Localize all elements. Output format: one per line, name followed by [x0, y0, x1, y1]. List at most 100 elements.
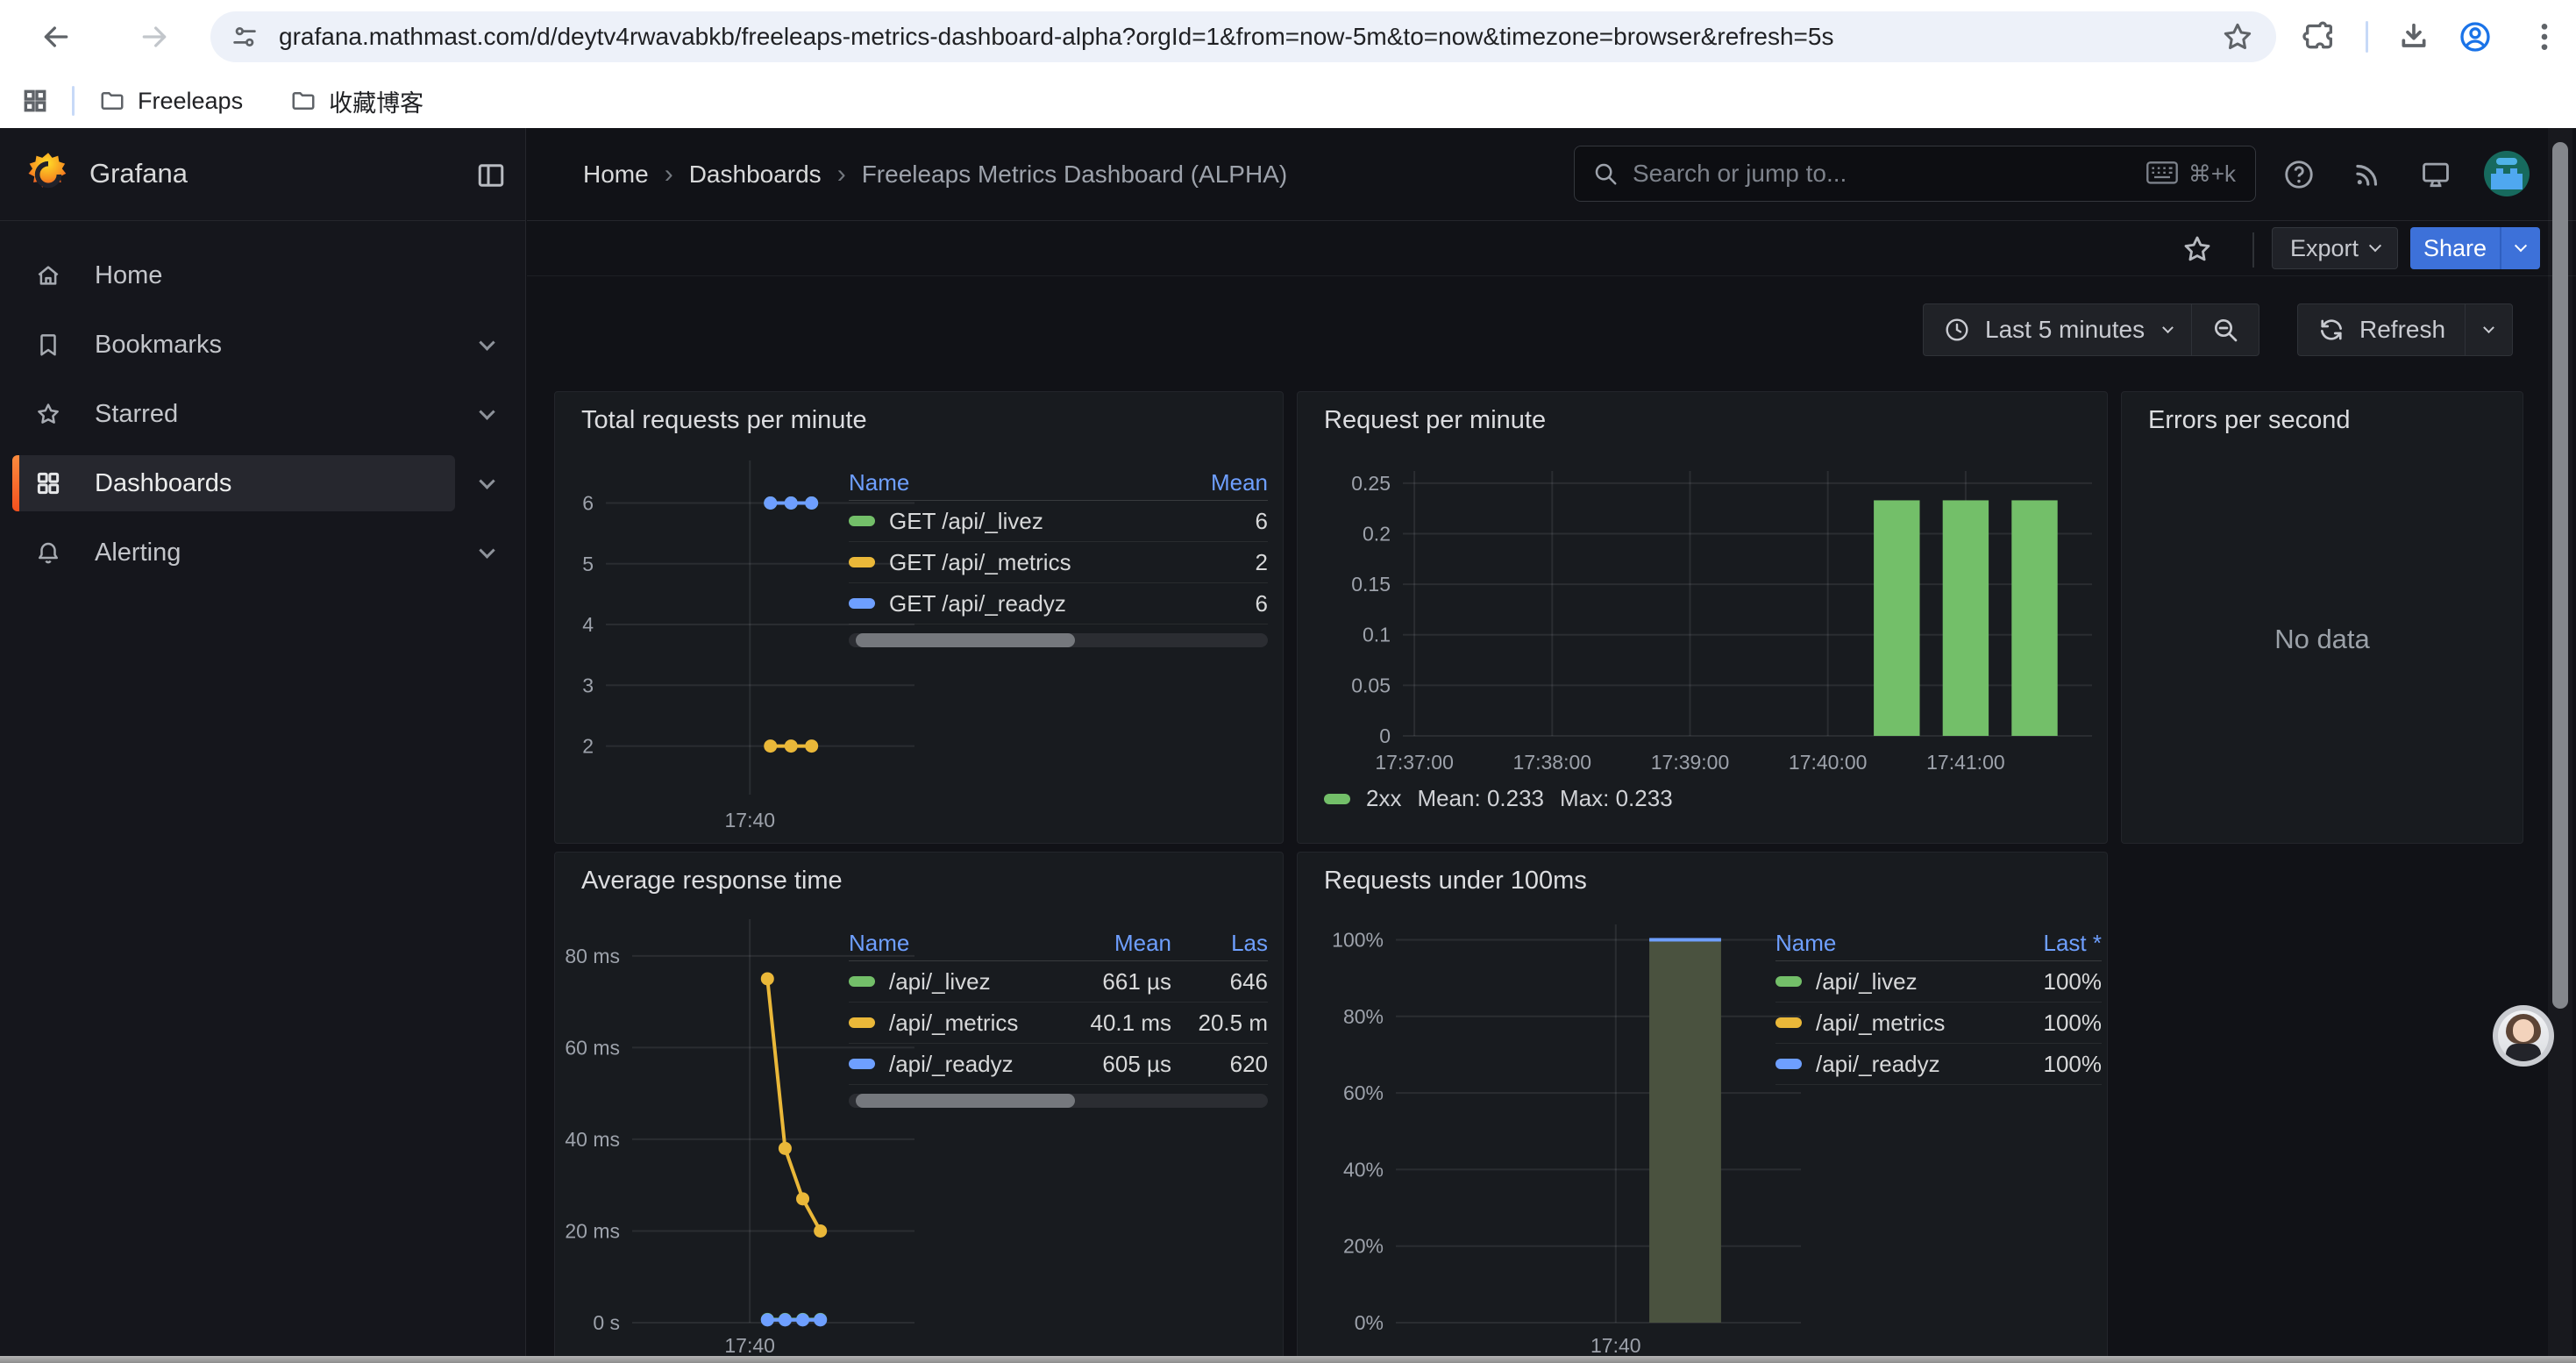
legend-row[interactable]: /api/_livez100%	[1775, 961, 2102, 1003]
series-name[interactable]: /api/_livez	[1816, 968, 1918, 995]
grafana-app: Grafana HomeBookmarksStarredDashboardsAl…	[0, 128, 2576, 1363]
share-button[interactable]: Share	[2410, 227, 2500, 269]
url-input[interactable]	[279, 23, 2220, 51]
apps-grid-icon[interactable]	[21, 87, 49, 115]
monitor-icon[interactable]	[2419, 158, 2452, 191]
chart-plot[interactable]: 00.050.10.150.20.2517:37:0017:38:0017:39…	[1305, 448, 2102, 803]
search-box[interactable]: ⌘+k	[1574, 146, 2256, 202]
refresh-button[interactable]: Refresh	[2298, 304, 2465, 355]
chevron-down-icon[interactable]	[479, 473, 495, 489]
panel-title[interactable]: Average response time	[581, 867, 843, 896]
sidebar-item-starred[interactable]: Starred	[12, 386, 509, 442]
legend-scrollbar[interactable]	[849, 1094, 1268, 1108]
legend-col-name[interactable]: Name	[849, 469, 1163, 496]
breadcrumb-home[interactable]: Home	[583, 161, 649, 189]
bookmark-star-icon[interactable]	[2220, 19, 2255, 54]
legend-col[interactable]: Last *	[1979, 930, 2102, 957]
window-bottom-edge	[0, 1356, 2576, 1363]
panel-title[interactable]: Request per minute	[1324, 406, 1546, 435]
news-rss-icon[interactable]	[2351, 158, 2384, 191]
legend-row[interactable]: GET /api/_metrics2	[849, 542, 1268, 583]
chart-plot[interactable]: 0%20%40%60%80%100%17:40	[1305, 909, 1831, 1360]
chevron-down-icon[interactable]	[479, 403, 495, 419]
series-name[interactable]: 2xx	[1366, 785, 1401, 812]
assistant-avatar[interactable]	[2493, 1005, 2554, 1067]
legend-row[interactable]: /api/_metrics40.1 ms20.5 m	[849, 1003, 1268, 1044]
user-avatar[interactable]	[2484, 151, 2530, 196]
bookmark-folder-freeleaps[interactable]: Freeleaps	[99, 88, 243, 115]
series-name[interactable]: GET /api/_livez	[889, 508, 1043, 535]
series-name[interactable]: /api/_livez	[889, 968, 991, 995]
dashboard-subheader: Export Share	[527, 222, 2576, 276]
breadcrumb-separator: ›	[837, 160, 846, 189]
panel-total-requests-per-minute: Total requests per minute2345617:40NameM…	[554, 391, 1284, 844]
zoom-out-button[interactable]	[2191, 304, 2259, 355]
legend-row[interactable]: GET /api/_readyz6	[849, 583, 1268, 624]
legend-col[interactable]: Mean	[1163, 469, 1268, 496]
app-header: Home › Dashboards › Freeleaps Metrics Da…	[527, 128, 2576, 221]
series-value: 661 µs	[1040, 968, 1171, 995]
panel-title[interactable]: Total requests per minute	[581, 406, 867, 435]
legend-row[interactable]: GET /api/_livez 6	[849, 501, 1268, 542]
legend-col[interactable]: Mean	[1040, 930, 1171, 957]
svg-text:80 ms: 80 ms	[565, 945, 620, 967]
time-range-picker[interactable]: Last 5 minutes	[1924, 304, 2191, 355]
svg-text:3: 3	[582, 674, 594, 696]
downloads-icon[interactable]	[2396, 19, 2431, 54]
export-label: Export	[2290, 235, 2359, 262]
series-color-pill	[849, 976, 875, 987]
series-name[interactable]: /api/_readyz	[889, 1051, 1014, 1078]
refresh-interval-button[interactable]	[2465, 304, 2512, 355]
series-value: 6	[1163, 508, 1268, 535]
collapse-sidebar-icon[interactable]	[475, 160, 507, 191]
legend-inline[interactable]: 2xxMean: 0.233Max: 0.233	[1324, 785, 1673, 812]
apps-icon	[35, 470, 61, 496]
sidebar-item-home[interactable]: Home	[12, 247, 509, 303]
bookmark-folder-blogs[interactable]: 收藏博客	[290, 84, 423, 118]
series-name[interactable]: GET /api/_readyz	[889, 590, 1066, 617]
legend-col-name[interactable]: Name	[849, 930, 1040, 957]
legend-scrollbar-thumb[interactable]	[856, 633, 1075, 647]
sidebar-item-alerting[interactable]: Alerting	[12, 525, 509, 581]
favorite-star-icon[interactable]	[2181, 232, 2214, 266]
legend-row[interactable]: /api/_readyz100%	[1775, 1044, 2102, 1085]
legend-col[interactable]: Las	[1171, 930, 1268, 957]
panel-title[interactable]: Requests under 100ms	[1324, 867, 1587, 896]
extensions-icon[interactable]	[2302, 19, 2337, 54]
legend-row[interactable]: /api/_readyz605 µs620	[849, 1044, 1268, 1085]
chevron-down-icon[interactable]	[479, 542, 495, 558]
chevron-down-icon[interactable]	[479, 334, 495, 350]
search-input[interactable]	[1633, 160, 2146, 188]
browser-menu-icon[interactable]	[2527, 19, 2562, 54]
breadcrumb-dashboards[interactable]: Dashboards	[689, 161, 822, 189]
sidebar-item-bookmarks[interactable]: Bookmarks	[12, 317, 509, 373]
grafana-logo[interactable]	[25, 151, 72, 198]
legend-scrollbar[interactable]	[849, 633, 1268, 647]
time-range-label: Last 5 minutes	[1985, 316, 2145, 344]
series-color-pill	[1775, 1017, 1802, 1028]
sidebar-item-dashboards[interactable]: Dashboards	[12, 455, 509, 511]
series-name[interactable]: GET /api/_metrics	[889, 549, 1071, 576]
profile-icon[interactable]	[2458, 19, 2493, 54]
back-icon[interactable]	[39, 19, 74, 54]
series-name[interactable]: /api/_metrics	[1816, 1010, 1945, 1037]
help-icon[interactable]	[2282, 158, 2316, 191]
series-name[interactable]: /api/_metrics	[889, 1010, 1018, 1037]
subheader-divider	[2252, 232, 2254, 268]
site-settings-icon[interactable]	[230, 22, 260, 52]
export-button[interactable]: Export	[2272, 227, 2398, 269]
legend-row[interactable]: /api/_metrics100%	[1775, 1003, 2102, 1044]
page-scrollbar-thumb[interactable]	[2552, 142, 2568, 1009]
chevron-down-icon	[2162, 322, 2174, 333]
share-menu-button[interactable]	[2500, 227, 2540, 269]
refresh-icon	[2317, 316, 2345, 344]
legend-col-name[interactable]: Name	[1775, 930, 1979, 957]
url-bar[interactable]	[210, 11, 2276, 62]
legend-scrollbar-thumb[interactable]	[856, 1094, 1075, 1108]
forward-icon[interactable]	[137, 19, 172, 54]
chevron-down-icon	[2483, 322, 2494, 333]
sidebar-item-label: Home	[95, 261, 162, 290]
folder-icon	[290, 88, 317, 114]
series-name[interactable]: /api/_readyz	[1816, 1051, 1940, 1078]
legend-row[interactable]: /api/_livez661 µs646	[849, 961, 1268, 1003]
